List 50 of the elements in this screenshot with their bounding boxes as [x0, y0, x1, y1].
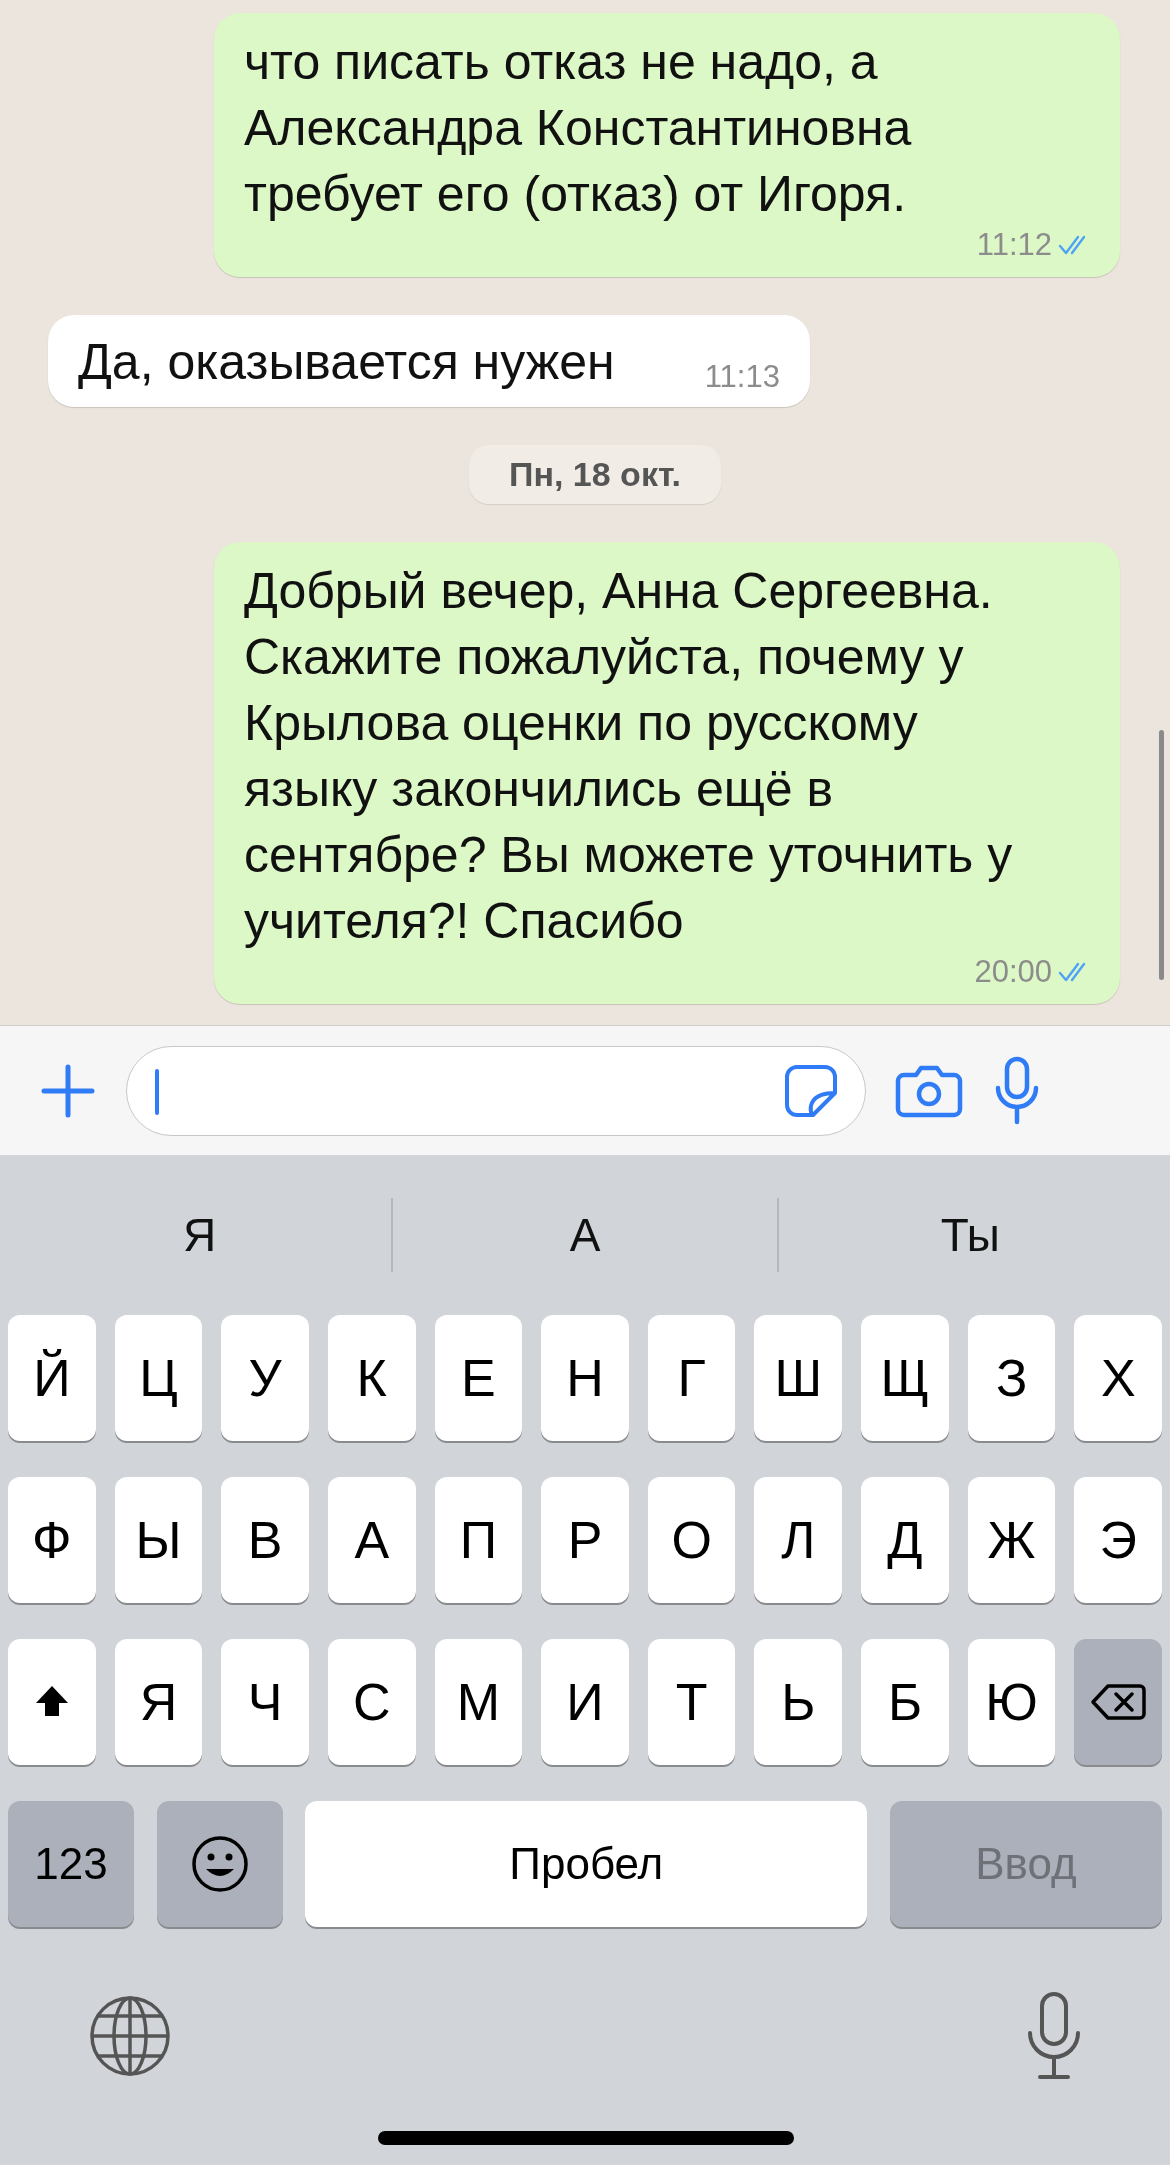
- key[interactable]: Г: [647, 1315, 736, 1441]
- space-key[interactable]: Пробел: [305, 1801, 868, 1927]
- key[interactable]: П: [434, 1477, 523, 1603]
- message-time: 11:13: [704, 359, 780, 395]
- date-separator: Пн, 18 окт.: [469, 445, 721, 504]
- numbers-key[interactable]: 123: [8, 1801, 134, 1927]
- key[interactable]: Е: [434, 1315, 523, 1441]
- key[interactable]: Ы: [114, 1477, 203, 1603]
- key[interactable]: А: [327, 1477, 416, 1603]
- key[interactable]: К: [327, 1315, 416, 1441]
- key[interactable]: З: [967, 1315, 1056, 1441]
- key[interactable]: Щ: [861, 1315, 949, 1441]
- key[interactable]: Т: [647, 1639, 736, 1765]
- backspace-icon: [1090, 1682, 1147, 1722]
- key[interactable]: Х: [1074, 1315, 1163, 1441]
- message-text: что писать отказ не надо, а Александра Константиновна требует его (отказ) от Игоря.: [244, 33, 913, 224]
- key[interactable]: Я: [114, 1639, 203, 1765]
- shift-key[interactable]: [8, 1639, 96, 1765]
- emoji-key[interactable]: [156, 1801, 283, 1927]
- key[interactable]: Ч: [221, 1639, 309, 1765]
- key[interactable]: И: [541, 1639, 629, 1765]
- key[interactable]: Л: [754, 1477, 843, 1603]
- key[interactable]: Ж: [967, 1477, 1056, 1603]
- suggestion[interactable]: Я: [8, 1207, 392, 1263]
- suggestion[interactable]: Ты: [778, 1207, 1162, 1263]
- key[interactable]: С: [327, 1639, 416, 1765]
- sticker-icon[interactable]: [783, 1062, 839, 1119]
- message-time: 20:00: [974, 954, 1052, 990]
- key[interactable]: У: [221, 1315, 309, 1441]
- key[interactable]: Ф: [8, 1477, 96, 1603]
- key[interactable]: О: [647, 1477, 736, 1603]
- globe-icon[interactable]: [88, 1994, 172, 2078]
- key[interactable]: В: [221, 1477, 309, 1603]
- message-time: 11:12: [976, 227, 1052, 263]
- key[interactable]: Р: [541, 1477, 629, 1603]
- key[interactable]: Б: [861, 1639, 949, 1765]
- key[interactable]: Ш: [754, 1315, 843, 1441]
- key[interactable]: Н: [541, 1315, 629, 1441]
- key[interactable]: Э: [1074, 1477, 1163, 1603]
- smiley-icon: [189, 1834, 250, 1894]
- key[interactable]: Ц: [114, 1315, 203, 1441]
- key[interactable]: Д: [861, 1477, 949, 1603]
- suggestion[interactable]: А: [393, 1207, 777, 1263]
- key[interactable]: М: [434, 1639, 523, 1765]
- backspace-key[interactable]: [1074, 1639, 1163, 1765]
- key[interactable]: Ь: [754, 1639, 843, 1765]
- key[interactable]: Ю: [967, 1639, 1056, 1765]
- message-text: Да, оказывается нужен: [78, 333, 615, 392]
- key[interactable]: Й: [8, 1315, 96, 1441]
- message-text: Добрый вечер, Анна Сергеевна. Скажите пожалуйста, почему у Крылова оценки по русскому языку закончились ещё в сентябре? Вы можете уточнить у учителя?! Спасибо: [244, 562, 1014, 951]
